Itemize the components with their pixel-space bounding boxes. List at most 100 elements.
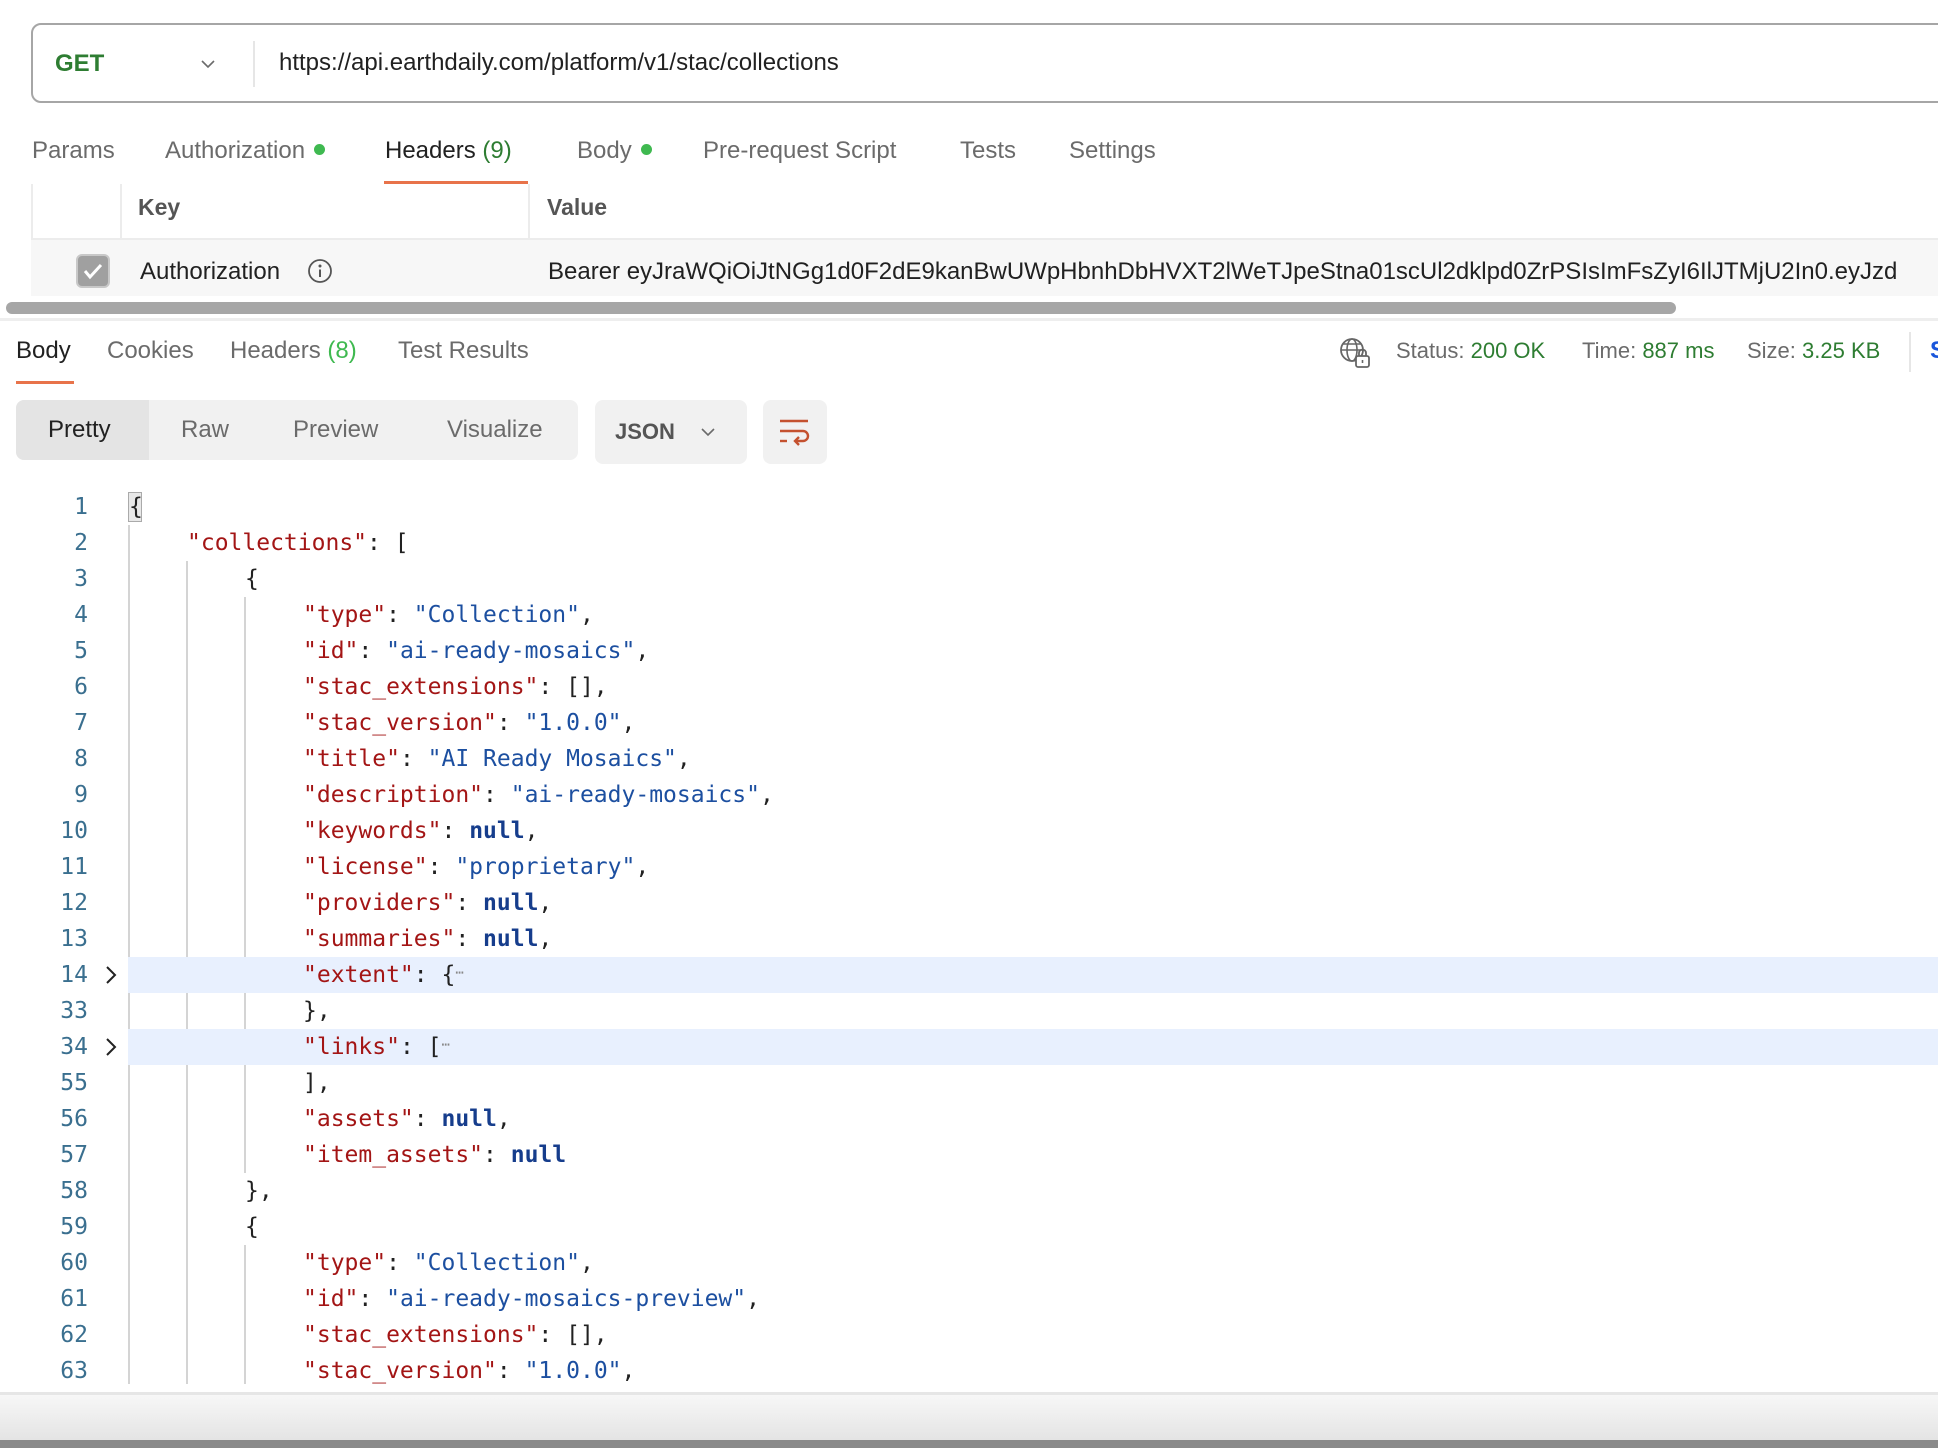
json-punctuation: : xyxy=(358,638,387,664)
json-key: "stac_extensions" xyxy=(303,674,539,700)
save-response-button[interactable]: S xyxy=(1930,334,1938,368)
line-number: 4 xyxy=(74,602,88,628)
json-punctuation: { xyxy=(245,566,259,592)
json-punctuation: : xyxy=(427,854,456,880)
json-string: "Collection" xyxy=(413,602,580,628)
code-text: "description": "ai-ready-mosaics", xyxy=(303,777,774,813)
tab-pre-request-script[interactable]: Pre-request Script xyxy=(703,134,896,168)
code-line: 1{ xyxy=(0,489,1938,525)
status-value[interactable]: 200 OK xyxy=(1471,338,1546,363)
wrap-lines-button[interactable] xyxy=(763,400,827,464)
chevron-right-icon[interactable] xyxy=(100,964,122,986)
code-text: "collections": [ xyxy=(187,525,409,561)
tab-body[interactable]: Body xyxy=(577,134,652,168)
code-line: 4 "type": "Collection", xyxy=(0,597,1938,633)
time-value[interactable]: 887 ms xyxy=(1642,338,1714,363)
response-tab-test-results[interactable]: Test Results xyxy=(398,334,529,368)
json-key: "title" xyxy=(303,746,400,772)
json-punctuation: : xyxy=(399,746,428,772)
pane-divider[interactable] xyxy=(0,318,1938,321)
wrap-lines-icon xyxy=(780,419,810,446)
json-punctuation: { xyxy=(129,494,143,520)
info-icon[interactable] xyxy=(307,258,333,284)
json-null: null xyxy=(469,818,525,844)
json-punctuation: : xyxy=(496,1358,525,1384)
line-number: 2 xyxy=(74,530,88,556)
chevron-down-icon xyxy=(701,428,715,437)
size-value[interactable]: 3.25 KB xyxy=(1802,338,1880,363)
json-string: "ai-ready-mosaics-preview" xyxy=(386,1286,747,1312)
line-number: 6 xyxy=(74,674,88,700)
format-select[interactable]: JSON xyxy=(595,400,747,464)
tab-tests[interactable]: Tests xyxy=(960,134,1016,168)
code-line: 13 "summaries": null, xyxy=(0,921,1938,957)
code-line: 58}, xyxy=(0,1173,1938,1209)
line-number: 56 xyxy=(60,1106,88,1132)
view-raw-button[interactable]: Raw xyxy=(181,400,229,460)
tab-label: Body xyxy=(577,137,632,164)
code-line: 12 "providers": null, xyxy=(0,885,1938,921)
tab-settings[interactable]: Settings xyxy=(1069,134,1156,168)
header-enabled-checkbox[interactable] xyxy=(76,254,110,288)
tab-headers[interactable]: Headers (9) xyxy=(385,134,512,168)
json-punctuation: , xyxy=(524,818,539,844)
line-number: 57 xyxy=(60,1142,88,1168)
json-punctuation: }, xyxy=(303,998,331,1024)
http-method-select[interactable]: GET xyxy=(55,25,104,103)
view-preview-button[interactable]: Preview xyxy=(293,400,378,460)
json-punctuation: : xyxy=(483,782,511,808)
view-pretty-button[interactable]: Pretty xyxy=(48,400,111,460)
line-number: 13 xyxy=(60,926,88,952)
line-number: 55 xyxy=(60,1070,88,1096)
code-line: 59 { xyxy=(0,1209,1938,1245)
json-punctuation: : xyxy=(455,890,484,916)
json-key: "id" xyxy=(303,638,359,664)
response-tab-body[interactable]: Body xyxy=(16,334,71,368)
chevron-right-icon[interactable] xyxy=(100,1036,122,1058)
status-label: Status: xyxy=(1396,338,1465,363)
json-punctuation: : [], xyxy=(538,674,608,700)
code-line: 60 "type": "Collection", xyxy=(0,1245,1938,1281)
response-tab-headers[interactable]: Headers (8) xyxy=(230,334,357,368)
tab-params[interactable]: Params xyxy=(32,134,115,168)
fold-ellipsis[interactable]: ⋯ xyxy=(455,965,463,981)
tab-authorization[interactable]: Authorization xyxy=(165,134,326,168)
code-text: "type": "Collection", xyxy=(303,597,594,633)
scrollbar-thumb[interactable] xyxy=(6,302,1676,314)
code-line: 5 "id": "ai-ready-mosaics", xyxy=(0,633,1938,669)
header-value-cell[interactable]: Bearer eyJraWQiOiJtNGg1d0F2dE9kanBwUWpHb… xyxy=(548,257,1897,287)
tab-label: Pre-request Script xyxy=(703,137,897,164)
line-number: 61 xyxy=(60,1286,88,1312)
line-number: 1 xyxy=(74,494,88,520)
json-punctuation: , xyxy=(759,782,774,808)
response-body-editor[interactable]: 1{2 "collections": [3{4 "type": "Collectio… xyxy=(0,484,1938,1384)
json-string: "proprietary" xyxy=(455,854,636,880)
code-line: 33}, xyxy=(0,993,1938,1029)
response-tab-cookies[interactable]: Cookies xyxy=(107,334,194,368)
json-punctuation: , xyxy=(635,854,650,880)
column-header-key: Key xyxy=(138,194,181,220)
url-input[interactable]: https://api.earthdaily.com/platform/v1/s… xyxy=(279,25,839,101)
code-text: "summaries": null, xyxy=(303,921,552,957)
view-visualize-button[interactable]: Visualize xyxy=(447,400,543,460)
chevron-down-icon[interactable] xyxy=(199,55,217,73)
json-key: "description" xyxy=(303,782,484,808)
time-label: Time: xyxy=(1582,338,1637,363)
json-punctuation: : xyxy=(358,1286,387,1312)
header-key-cell[interactable]: Authorization xyxy=(140,257,280,287)
json-key: "id" xyxy=(303,1286,359,1312)
json-punctuation: : xyxy=(455,926,484,952)
fold-ellipsis[interactable]: ⋯ xyxy=(441,1037,449,1053)
json-key: "item_assets" xyxy=(303,1142,484,1168)
code-text: "assets": null, xyxy=(303,1101,511,1137)
json-null: null xyxy=(483,890,539,916)
code-text: ], xyxy=(303,1065,331,1101)
status-bar xyxy=(0,1395,1938,1440)
line-number: 59 xyxy=(60,1214,88,1240)
code-line: 62 "stac_extensions": [], xyxy=(0,1317,1938,1353)
globe-lock-icon[interactable] xyxy=(1338,336,1372,370)
line-number: 12 xyxy=(60,890,88,916)
json-punctuation: { xyxy=(245,1214,259,1240)
code-line: 55], xyxy=(0,1065,1938,1101)
code-text: "providers": null, xyxy=(303,885,552,921)
